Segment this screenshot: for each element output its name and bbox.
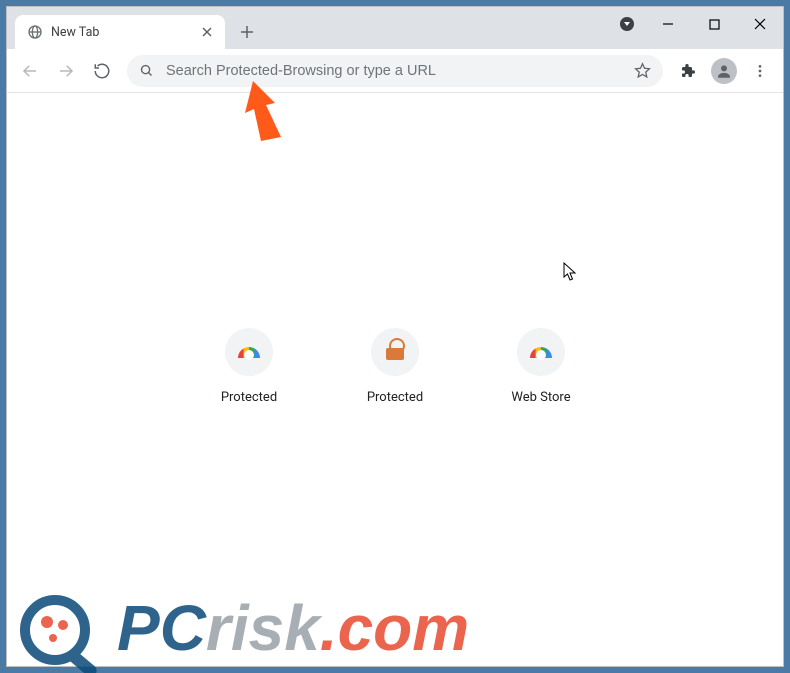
search-icon: [139, 63, 154, 78]
watermark-logo: PCrisk.com: [17, 570, 497, 673]
shortcut-icon: [225, 328, 273, 376]
profile-button[interactable]: [707, 54, 741, 88]
avatar-icon: [711, 58, 737, 84]
toolbar: [7, 49, 783, 93]
shortcut-label: Web Store: [511, 390, 570, 405]
shortcut-icon: [517, 328, 565, 376]
back-button[interactable]: [13, 54, 47, 88]
maximize-button[interactable]: [691, 7, 737, 41]
kebab-menu-button[interactable]: [743, 54, 777, 88]
browser-window: New Tab: [6, 6, 784, 667]
tab-close-button[interactable]: [199, 24, 215, 40]
bookmark-star-icon[interactable]: [634, 62, 651, 79]
new-tab-button[interactable]: [233, 18, 261, 46]
extensions-button[interactable]: [671, 54, 705, 88]
omnibox-input[interactable]: [166, 63, 622, 79]
forward-button[interactable]: [49, 54, 83, 88]
tab-strip: New Tab: [7, 7, 783, 49]
tab-newtab[interactable]: New Tab: [15, 15, 225, 49]
window-controls: [609, 7, 783, 41]
tab-title: New Tab: [51, 25, 99, 40]
new-tab-page: Protected Protected Web Store: [7, 93, 783, 666]
shortcut-protected-2[interactable]: Protected: [339, 328, 451, 405]
svg-text:PCrisk.com: PCrisk.com: [117, 592, 469, 664]
mouse-cursor-icon: [563, 262, 579, 286]
address-bar[interactable]: [127, 55, 663, 87]
globe-icon: [27, 24, 43, 40]
reload-button[interactable]: [85, 54, 119, 88]
shortcut-protected-1[interactable]: Protected: [193, 328, 305, 405]
minimize-button[interactable]: [645, 7, 691, 41]
shortcuts-row: Protected Protected Web Store: [193, 328, 597, 405]
shortcut-label: Protected: [221, 390, 277, 405]
close-window-button[interactable]: [737, 7, 783, 41]
shortcut-web-store[interactable]: Web Store: [485, 328, 597, 405]
shortcut-icon: [371, 328, 419, 376]
search-engine-indicator-icon[interactable]: [609, 7, 645, 41]
shortcut-label: Protected: [367, 390, 423, 405]
